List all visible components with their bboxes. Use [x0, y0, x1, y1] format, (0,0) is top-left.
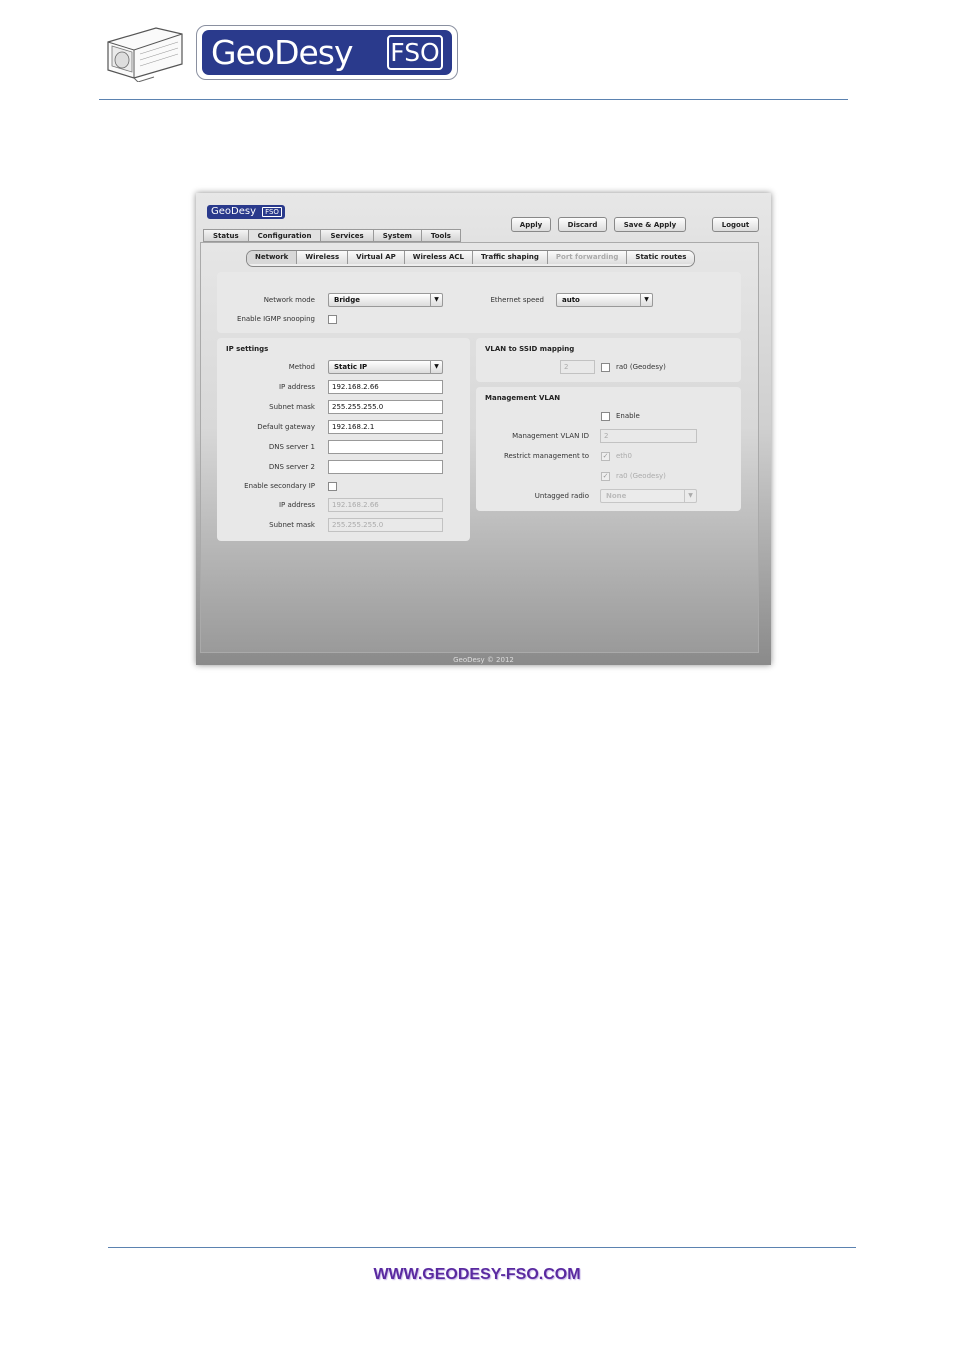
logout-button[interactable]: Logout	[712, 217, 759, 232]
secondary-ip-address-label: IP address	[278, 501, 315, 509]
dropdown-arrow-icon: ▼	[640, 294, 652, 306]
geodesy-fso-logo: GeoDesy FSO	[196, 25, 458, 80]
config-content: Network Wireless Virtual AP Wireless ACL…	[200, 242, 759, 653]
footer-website-link[interactable]: WWW.GEODESY-FSO.COM	[0, 1266, 954, 1284]
ip-address-input[interactable]: 192.168.2.66	[328, 380, 443, 394]
subtab-wireless[interactable]: Wireless	[297, 251, 349, 264]
subtab-port-forwarding: Port forwarding	[547, 251, 628, 264]
subtab-virtual-ap[interactable]: Virtual AP	[348, 251, 405, 264]
restrict-management-label: Restrict management to	[503, 452, 589, 460]
secondary-ip-label: Enable secondary IP	[244, 482, 315, 490]
ip-address-label: IP address	[278, 383, 315, 391]
dns1-label: DNS server 1	[268, 443, 315, 451]
subtab-network[interactable]: Network	[247, 251, 298, 264]
sub-tabs: Network Wireless Virtual AP Wireless ACL…	[246, 250, 696, 267]
subtab-wireless-acl[interactable]: Wireless ACL	[404, 251, 474, 264]
main-tabs: Status Configuration Services System Too…	[203, 229, 461, 242]
management-vlan-id-label: Management VLAN ID	[512, 432, 589, 440]
default-gateway-label: Default gateway	[257, 423, 315, 431]
subnet-mask-input[interactable]: 255.255.255.0	[328, 400, 443, 414]
logo-panel: GeoDesy FSO	[202, 30, 452, 75]
fso-device-icon	[107, 27, 183, 82]
management-vlan-title: Management VLAN	[485, 394, 561, 402]
app-logo-fso: FSO	[262, 207, 282, 217]
restrict-eth0-label: eth0	[616, 452, 632, 460]
ip-settings-title: IP settings	[226, 345, 269, 353]
restrict-ra0-checkbox: ✓	[601, 472, 610, 481]
untagged-radio-select: None ▼	[600, 489, 697, 503]
header-divider	[99, 99, 848, 100]
secondary-ip-checkbox[interactable]	[328, 482, 337, 491]
vlan-ssid-input: 2	[560, 360, 595, 374]
logo-fso-text: FSO	[387, 35, 443, 70]
copyright-text: GeoDesy © 2012	[453, 656, 514, 664]
general-panel: Network mode Bridge ▼ Ethernet speed aut…	[217, 272, 741, 333]
management-vlan-enable-label: Enable	[616, 412, 640, 420]
discard-button[interactable]: Discard	[558, 217, 607, 232]
subtab-static-routes[interactable]: Static routes	[627, 251, 695, 264]
untagged-radio-value: None	[606, 492, 627, 500]
dropdown-arrow-icon: ▼	[430, 294, 442, 306]
dropdown-arrow-icon: ▼	[430, 361, 442, 373]
vlan-ssid-checkbox[interactable]	[601, 363, 610, 372]
default-gateway-input[interactable]: 192.168.2.1	[328, 420, 443, 434]
ip-settings-panel: IP settings Method Static IP ▼ IP addres…	[217, 338, 470, 541]
restrict-ra0-label: ra0 (Geodesy)	[616, 472, 666, 480]
tab-tools[interactable]: Tools	[420, 229, 461, 242]
management-vlan-panel: Management VLAN Enable Management VLAN I…	[476, 387, 741, 511]
app-logo: GeoDesy FSO	[207, 205, 285, 219]
secondary-subnet-mask-input: 255.255.255.0	[328, 518, 443, 532]
network-mode-select[interactable]: Bridge ▼	[328, 293, 443, 307]
network-mode-value: Bridge	[334, 296, 360, 304]
tab-services[interactable]: Services	[320, 229, 373, 242]
method-label: Method	[288, 363, 315, 371]
document-header: GeoDesy FSO	[0, 0, 954, 100]
logo-text: GeoDesy	[211, 33, 353, 72]
management-vlan-id-input: 2	[600, 429, 697, 443]
dns1-input[interactable]	[328, 440, 443, 454]
vlan-ssid-label: ra0 (Geodesy)	[616, 363, 666, 371]
dropdown-arrow-icon: ▼	[684, 490, 696, 502]
ethernet-speed-select[interactable]: auto ▼	[556, 293, 653, 307]
network-mode-label: Network mode	[263, 296, 315, 304]
restrict-eth0-checkbox: ✓	[601, 452, 610, 461]
subtab-traffic-shaping[interactable]: Traffic shaping	[473, 251, 548, 264]
management-vlan-enable-checkbox[interactable]	[601, 412, 610, 421]
subnet-mask-label: Subnet mask	[269, 403, 315, 411]
vlan-ssid-title: VLAN to SSID mapping	[485, 345, 575, 353]
apply-button[interactable]: Apply	[511, 217, 551, 232]
method-value: Static IP	[334, 363, 368, 371]
igmp-label: Enable IGMP snooping	[237, 315, 315, 323]
ethernet-speed-value: auto	[562, 296, 580, 304]
secondary-subnet-mask-label: Subnet mask	[269, 521, 315, 529]
app-logo-text: GeoDesy	[211, 206, 256, 217]
footer-divider	[108, 1247, 856, 1248]
secondary-ip-address-input: 192.168.2.66	[328, 498, 443, 512]
dns2-input[interactable]	[328, 460, 443, 474]
method-select[interactable]: Static IP ▼	[328, 360, 443, 374]
dns2-label: DNS server 2	[268, 463, 315, 471]
vlan-ssid-panel: VLAN to SSID mapping 2 ra0 (Geodesy)	[476, 338, 741, 382]
igmp-checkbox[interactable]	[328, 315, 337, 324]
tab-system[interactable]: System	[372, 229, 421, 242]
save-apply-button[interactable]: Save & Apply	[614, 217, 686, 232]
ethernet-speed-label: Ethernet speed	[490, 296, 544, 304]
tab-configuration[interactable]: Configuration	[247, 229, 321, 242]
untagged-radio-label: Untagged radio	[534, 492, 589, 500]
tab-status[interactable]: Status	[203, 229, 248, 242]
web-ui-screenshot: GeoDesy FSO Apply Discard Save & Apply L…	[196, 193, 771, 665]
